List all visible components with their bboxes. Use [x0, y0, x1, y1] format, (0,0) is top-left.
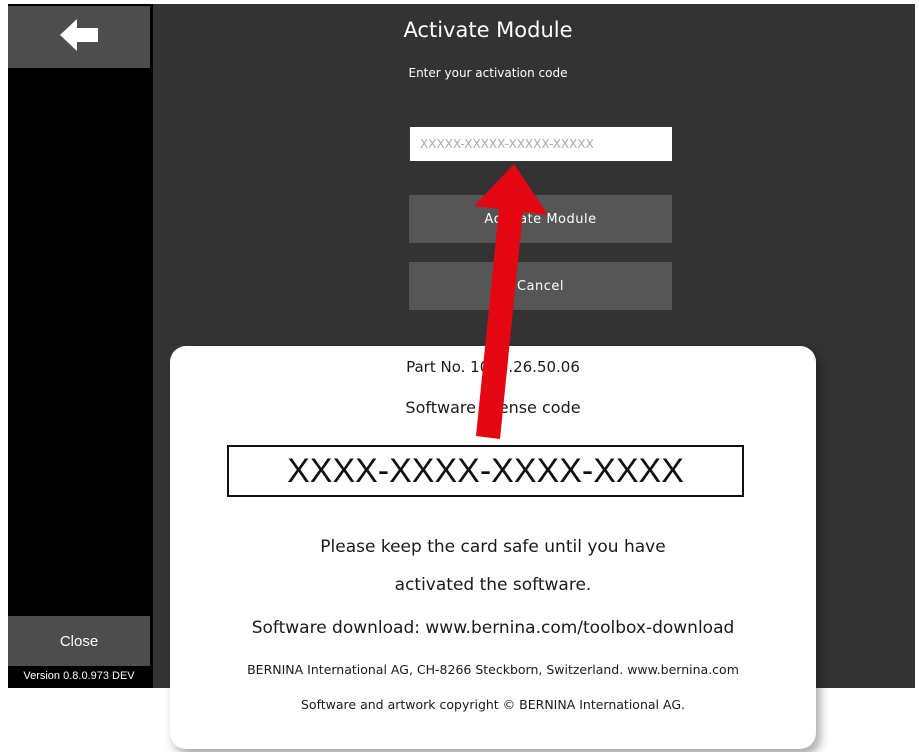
keep-safe-line-1: Please keep the card safe until you have — [320, 537, 666, 557]
license-code: XXXX-XXXX-XXXX-XXXX — [287, 451, 684, 490]
activate-module-button[interactable]: Activate Module — [409, 195, 672, 243]
license-code-box: XXXX-XXXX-XXXX-XXXX — [227, 445, 744, 497]
cancel-button[interactable]: Cancel — [409, 262, 672, 310]
page-subtitle: Enter your activation code — [408, 66, 568, 80]
page-title: Activate Module — [403, 18, 573, 42]
arrow-left-icon — [60, 19, 98, 55]
copyright-info: Software and artwork copyright © BERNINA… — [301, 697, 685, 712]
download-info: Software download: www.bernina.com/toolb… — [251, 618, 735, 638]
close-button[interactable]: Close — [8, 616, 150, 666]
sidebar: Close Version 0.8.0.973 DEV — [8, 4, 152, 688]
back-button[interactable] — [8, 6, 150, 68]
part-number: Part No. 1026.26.50.06 — [406, 358, 580, 376]
company-info: BERNINA International AG, CH-8266 Steckb… — [247, 662, 739, 677]
version-label: Version 0.8.0.973 DEV — [23, 670, 135, 682]
license-code-label: Software license code — [405, 398, 581, 417]
keep-safe-line-2: activated the software. — [394, 575, 592, 595]
license-card: Part No. 1026.26.50.06 Software license … — [170, 346, 816, 749]
activation-code-input[interactable] — [410, 127, 672, 161]
